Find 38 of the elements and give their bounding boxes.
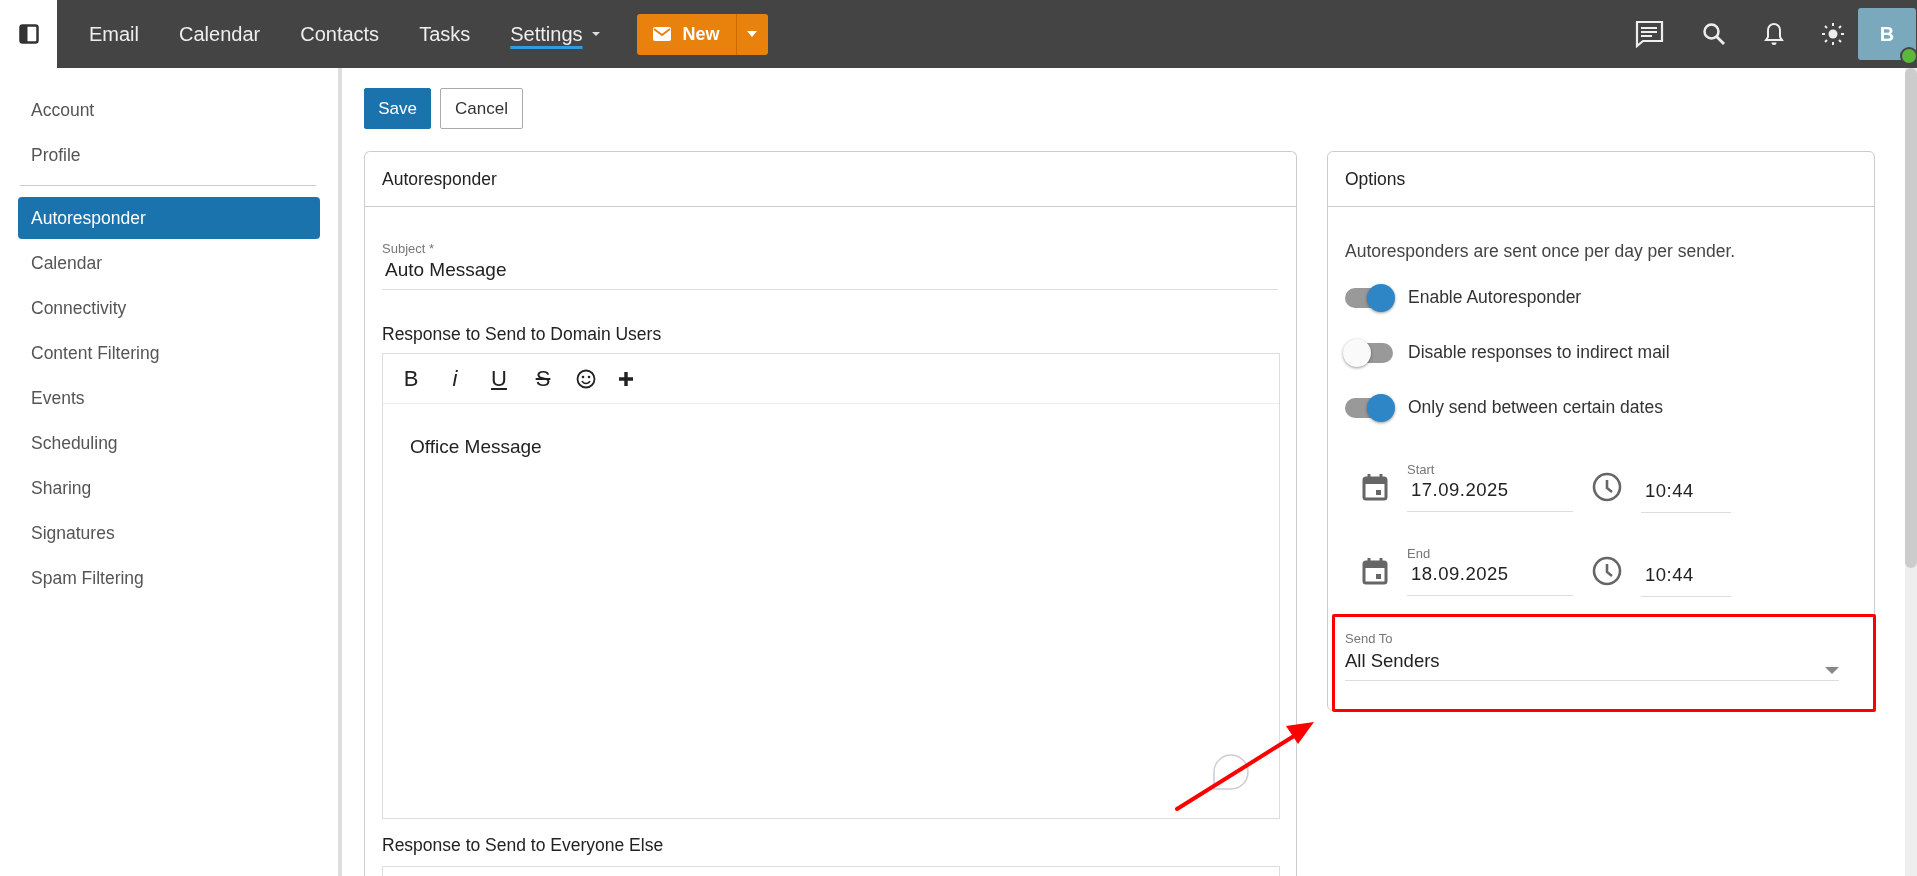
sidebar-item[interactable]: Signatures xyxy=(18,511,320,556)
italic-button[interactable]: i xyxy=(444,365,466,392)
card-title: Options xyxy=(1328,152,1874,207)
nav-link[interactable]: Email xyxy=(89,18,139,50)
nav-link[interactable]: Calendar xyxy=(179,18,261,50)
editor-text: Office Message xyxy=(410,436,542,457)
section-label: Response to Send to Everyone Else xyxy=(382,835,665,856)
sidebar-item[interactable]: Calendar xyxy=(18,241,320,286)
cancel-button[interactable]: Cancel xyxy=(440,88,523,129)
nav-link[interactable]: Contacts xyxy=(300,18,380,50)
section-label: Response to Send to Domain Users xyxy=(382,324,663,345)
toggle-label: Enable Autoresponder xyxy=(1408,287,1582,308)
sidebar-item[interactable]: Sharing xyxy=(18,466,320,511)
sidebar-item[interactable]: Autoresponder xyxy=(18,197,320,239)
time-field[interactable]: 10:44 xyxy=(1641,561,1731,597)
sidebar-item[interactable]: Spam Filtering xyxy=(18,556,320,601)
save-button[interactable]: Save xyxy=(364,88,431,129)
sidebar-item[interactable]: Scheduling xyxy=(18,421,320,466)
rich-text-editor[interactable]: B i U S Office Message xyxy=(382,353,1280,819)
toggle-label: Only send between certain dates xyxy=(1408,397,1663,418)
strike-button[interactable]: S xyxy=(532,365,554,392)
sidebar-item[interactable]: Content Filtering xyxy=(18,331,320,376)
bold-button[interactable]: B xyxy=(400,365,422,392)
card-title: Autoresponder xyxy=(365,152,1296,207)
underline-button[interactable]: U xyxy=(488,365,510,392)
nav-link[interactable]: Tasks xyxy=(419,18,471,50)
subject-field[interactable]: Subject * Auto Message xyxy=(382,241,1278,290)
send-to-dropdown[interactable]: Send To All Senders xyxy=(1345,631,1839,681)
sidebar-item[interactable]: Profile xyxy=(18,133,320,178)
sidebar-item[interactable]: Connectivity xyxy=(18,286,320,331)
sidebar-item[interactable]: Events xyxy=(18,376,320,421)
date-field[interactable]: End 18.09.2025 xyxy=(1407,546,1573,596)
date-field[interactable]: Start 17.09.2025 xyxy=(1407,462,1573,512)
info-text: Autoresponders are sent once per day per sender. xyxy=(1345,241,1737,262)
toggle-label: Disable responses to indirect mail xyxy=(1408,342,1670,363)
time-field[interactable]: 10:44 xyxy=(1641,477,1731,513)
sidebar-item[interactable]: Account xyxy=(18,88,320,133)
nav-link[interactable]: Settings xyxy=(510,18,583,50)
